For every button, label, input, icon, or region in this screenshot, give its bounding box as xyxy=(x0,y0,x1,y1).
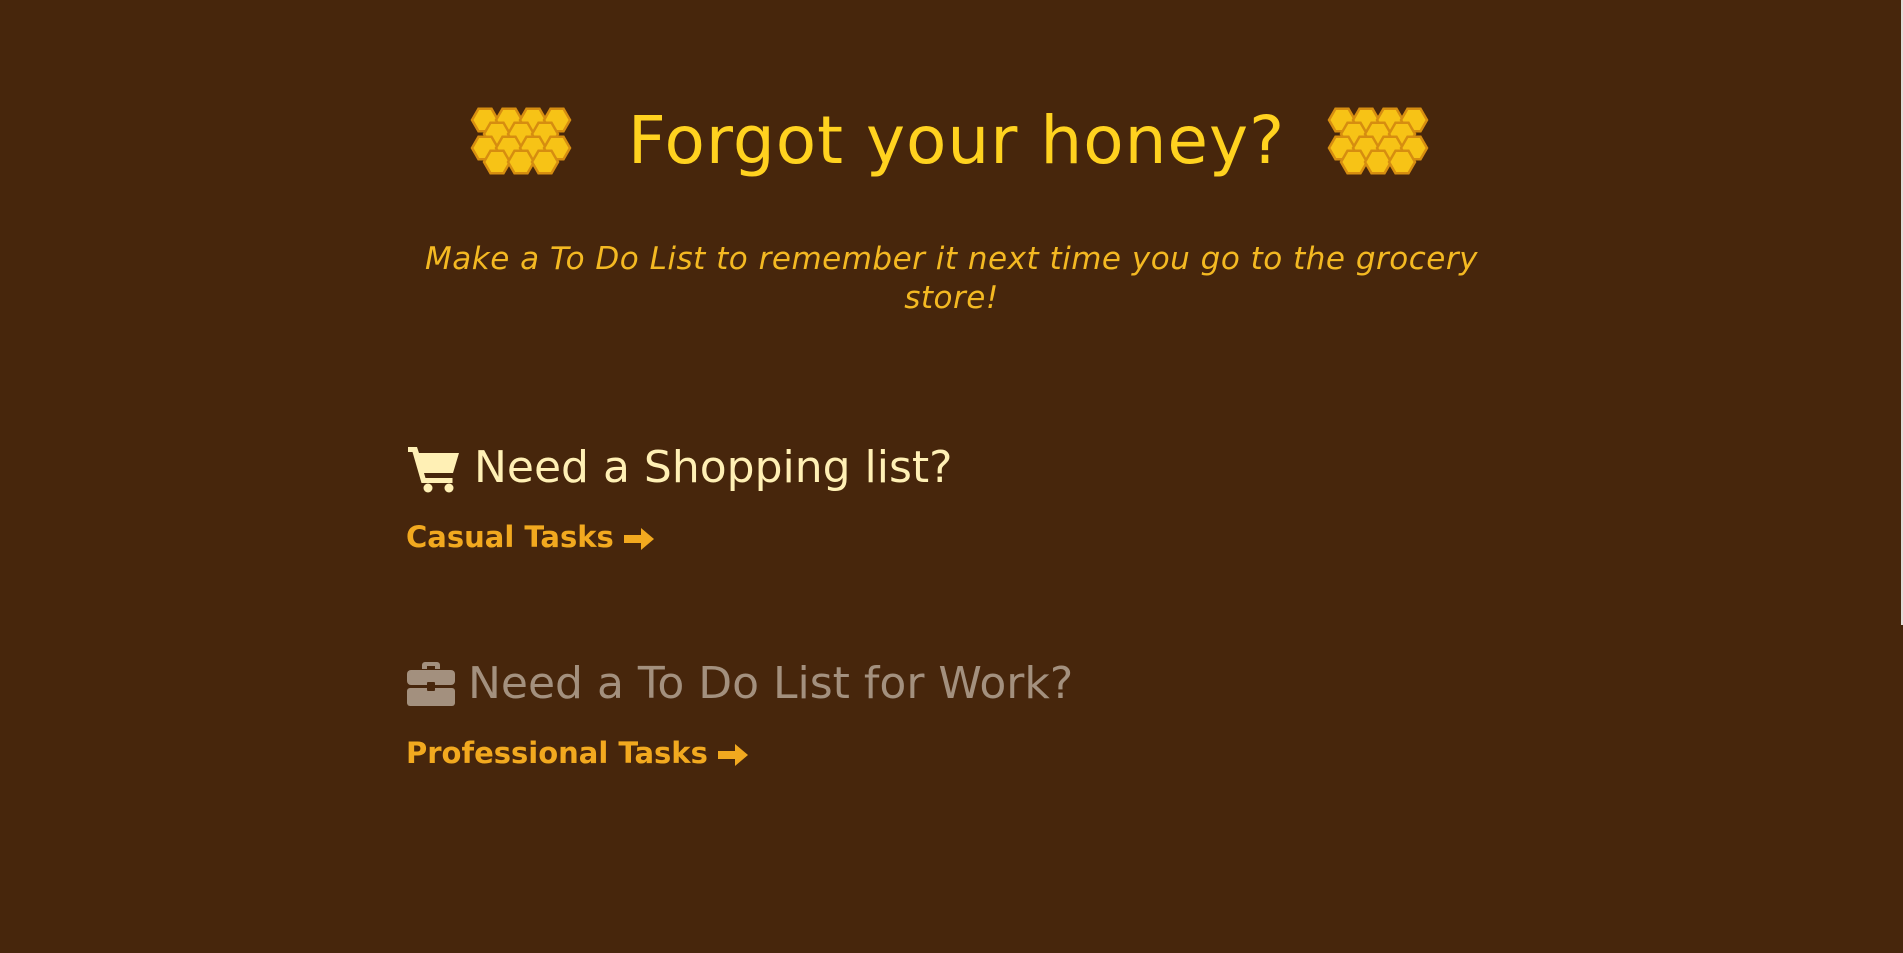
work-list-title: Need a To Do List for Work? xyxy=(468,658,1074,709)
arrow-right-icon xyxy=(623,528,654,550)
casual-tasks-link[interactable]: Casual Tasks xyxy=(406,520,656,554)
page-header: Forgot your honey? xyxy=(0,96,1903,186)
landing-page: Forgot your honey? Make a To Do List to … xyxy=(0,0,1903,953)
page-subtitle: Make a To Do List to remember it next ti… xyxy=(425,241,1478,316)
honeycomb-cell xyxy=(1387,149,1417,175)
arrow-right-icon xyxy=(717,744,748,766)
honeycomb-cell xyxy=(506,149,536,175)
shopping-list-heading: Need a Shopping list? xyxy=(406,436,953,500)
honeycomb-cell xyxy=(530,149,560,175)
honeycomb-icon xyxy=(470,107,572,175)
shopping-list-section: Need a Shopping list? Casual Tasks xyxy=(406,436,953,554)
casual-tasks-label: Casual Tasks xyxy=(406,520,614,554)
shopping-list-title: Need a Shopping list? xyxy=(474,442,953,493)
professional-tasks-link[interactable]: Professional Tasks xyxy=(406,736,750,770)
work-list-section: Need a To Do List for Work? Professional… xyxy=(406,652,1073,770)
page-title: Forgot your honey? xyxy=(627,102,1286,179)
briefcase-icon xyxy=(407,662,455,706)
work-list-heading: Need a To Do List for Work? xyxy=(406,652,1073,716)
shopping-cart-icon xyxy=(408,447,459,493)
honeycomb-cell xyxy=(1363,149,1393,175)
honeycomb-icon xyxy=(1327,107,1429,175)
honeycomb-cell xyxy=(1339,149,1369,175)
honeycomb-cell xyxy=(482,149,512,175)
professional-tasks-label: Professional Tasks xyxy=(406,736,708,770)
